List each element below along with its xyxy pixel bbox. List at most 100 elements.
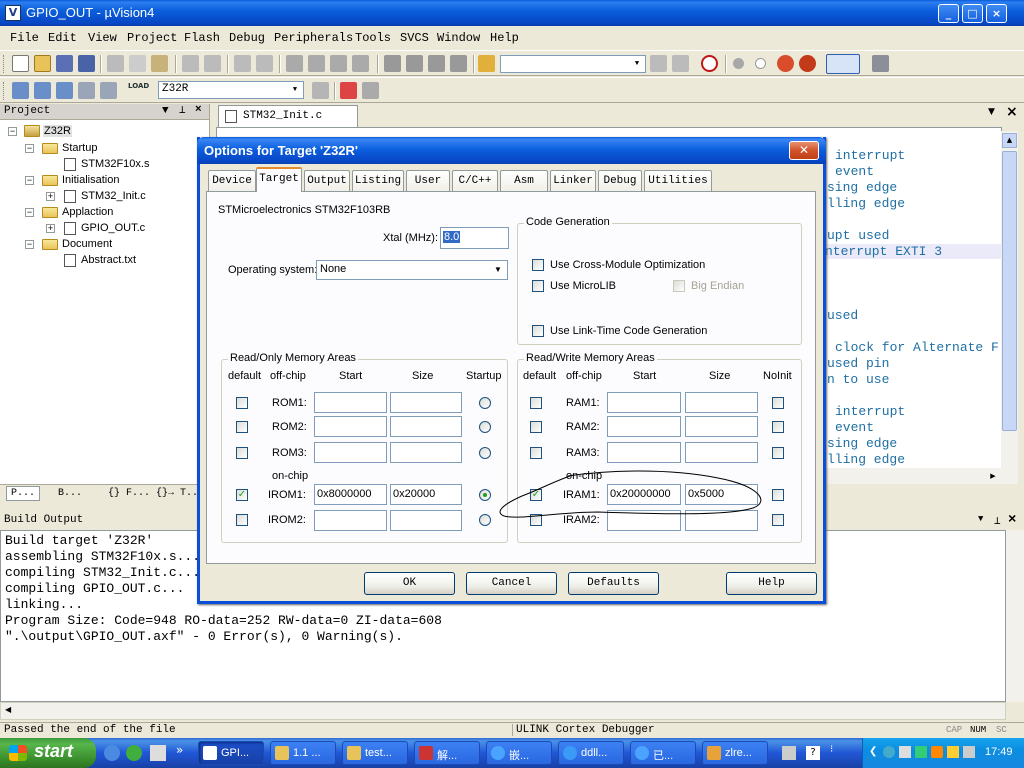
tab-linker[interactable]: Linker: [550, 170, 596, 191]
irom1-start-input[interactable]: 0x8000000: [314, 484, 387, 505]
irom2-startup-radio[interactable]: [479, 514, 491, 526]
tab-utilities[interactable]: Utilities: [644, 170, 712, 191]
target-options-icon[interactable]: [312, 82, 329, 99]
indent-icon[interactable]: [384, 55, 401, 72]
expand-icon[interactable]: +: [46, 224, 55, 233]
ram1-default-checkbox[interactable]: [530, 397, 542, 409]
tree-item-file[interactable]: STM32F10x.s: [0, 157, 200, 171]
disable-breakpoint-icon[interactable]: [755, 58, 766, 69]
keyboard-icon[interactable]: [782, 746, 796, 760]
rom2-startup-radio[interactable]: [479, 421, 491, 433]
ram2-default-checkbox[interactable]: [530, 421, 542, 433]
incremental-find-icon[interactable]: [672, 55, 689, 72]
menu-svcs[interactable]: SVCS: [400, 31, 429, 45]
scroll-right-icon[interactable]: ▶: [986, 469, 1000, 483]
chevron-left-icon[interactable]: ❮: [869, 746, 877, 757]
chevron-down-icon[interactable]: ▼: [988, 107, 995, 117]
task-folder[interactable]: test...: [342, 741, 408, 765]
task-app[interactable]: zlre...: [702, 741, 768, 765]
network-icon[interactable]: [883, 746, 895, 758]
help-button[interactable]: Help: [726, 572, 817, 595]
open-folder-icon[interactable]: [34, 55, 51, 72]
ram3-start-input[interactable]: [607, 442, 681, 463]
scroll-up-icon[interactable]: ▲: [1002, 133, 1017, 148]
prev-bookmark-icon[interactable]: [308, 55, 325, 72]
ram2-size-input[interactable]: [685, 416, 758, 437]
tree-item-target[interactable]: − Z32R: [0, 125, 200, 137]
clock[interactable]: 17:49: [985, 746, 1013, 758]
scroll-left-icon[interactable]: ◀: [5, 705, 11, 714]
tab-target[interactable]: Target: [256, 167, 302, 192]
ok-button[interactable]: OK: [364, 572, 455, 595]
irom1-size-input[interactable]: 0x20000: [390, 484, 462, 505]
rom1-start-input[interactable]: [314, 392, 387, 413]
tray-icon[interactable]: [899, 746, 911, 758]
xtal-input[interactable]: 8.0: [440, 227, 509, 249]
ram2-noinit-checkbox[interactable]: [772, 421, 784, 433]
paste-icon[interactable]: [151, 55, 168, 72]
task-ie[interactable]: 嵌...: [486, 741, 552, 765]
ram3-noinit-checkbox[interactable]: [772, 447, 784, 459]
language-icon[interactable]: ⁝: [830, 744, 833, 755]
window-layout-icon[interactable]: [826, 54, 860, 74]
menu-peripherals[interactable]: Peripherals: [274, 31, 353, 45]
tree-item-file[interactable]: Abstract.txt: [0, 253, 200, 267]
debug-session-icon[interactable]: [701, 55, 718, 72]
menu-flash[interactable]: Flash: [184, 31, 220, 45]
clear-bookmarks-icon[interactable]: [352, 55, 369, 72]
iram2-noinit-checkbox[interactable]: [772, 514, 784, 526]
task-uvision[interactable]: GPI...: [198, 741, 264, 765]
ram3-size-input[interactable]: [685, 442, 758, 463]
irom1-startup-radio[interactable]: [479, 489, 491, 501]
target-combo[interactable]: Z32R ▼: [158, 81, 304, 99]
collapse-icon[interactable]: −: [25, 208, 34, 217]
save-all-icon[interactable]: [78, 55, 95, 72]
tab-user[interactable]: User: [406, 170, 450, 191]
pin-icon[interactable]: ⊥: [179, 104, 186, 119]
rebuild-icon[interactable]: [56, 82, 73, 99]
file-extensions-icon[interactable]: [362, 82, 379, 99]
menu-edit[interactable]: Edit: [48, 31, 77, 45]
task-browser[interactable]: ddll...: [558, 741, 624, 765]
bookmark-icon[interactable]: [286, 55, 303, 72]
tab-asm[interactable]: Asm: [500, 170, 548, 191]
security-shield-icon[interactable]: [931, 746, 943, 758]
menu-window[interactable]: Window: [437, 31, 480, 45]
find-icon[interactable]: [650, 55, 667, 72]
tree-item-folder[interactable]: − Startup: [0, 141, 200, 155]
disable-all-breakpoints-icon[interactable]: [777, 55, 794, 72]
ram1-noinit-checkbox[interactable]: [772, 397, 784, 409]
rom2-start-input[interactable]: [314, 416, 387, 437]
tray-icon[interactable]: [947, 746, 959, 758]
nav-forward-icon[interactable]: [256, 55, 273, 72]
tab-debug[interactable]: Debug: [598, 170, 642, 191]
close-icon[interactable]: ×: [1006, 104, 1018, 120]
breakpoint-icon[interactable]: [733, 58, 744, 69]
stop-build-icon[interactable]: [100, 82, 117, 99]
tree-item-folder[interactable]: − Applaction: [0, 205, 200, 219]
rom2-size-input[interactable]: [390, 416, 462, 437]
tab-books[interactable]: B...: [58, 488, 82, 499]
save-icon[interactable]: [56, 55, 73, 72]
collapse-icon[interactable]: −: [25, 240, 34, 249]
menu-file[interactable]: File: [10, 31, 39, 45]
rom1-startup-radio[interactable]: [479, 397, 491, 409]
defaults-button[interactable]: Defaults: [568, 572, 659, 595]
irom2-size-input[interactable]: [390, 510, 462, 531]
comment-icon[interactable]: [428, 55, 445, 72]
irom1-default-checkbox[interactable]: ✓: [236, 489, 248, 501]
tab-output[interactable]: Output: [304, 170, 350, 191]
kill-all-breakpoints-icon[interactable]: [799, 55, 816, 72]
help-icon[interactable]: ?: [806, 746, 820, 760]
rom1-default-checkbox[interactable]: [236, 397, 248, 409]
collapse-icon[interactable]: −: [8, 127, 17, 136]
new-file-icon[interactable]: [12, 55, 29, 72]
redo-icon[interactable]: [204, 55, 221, 72]
restore-button[interactable]: □: [962, 4, 983, 23]
ram3-default-checkbox[interactable]: [530, 447, 542, 459]
ram2-start-input[interactable]: [607, 416, 681, 437]
link-time-checkbox[interactable]: [532, 325, 544, 337]
ram1-size-input[interactable]: [685, 392, 758, 413]
cut-icon[interactable]: [107, 55, 124, 72]
cross-module-checkbox[interactable]: [532, 259, 544, 271]
